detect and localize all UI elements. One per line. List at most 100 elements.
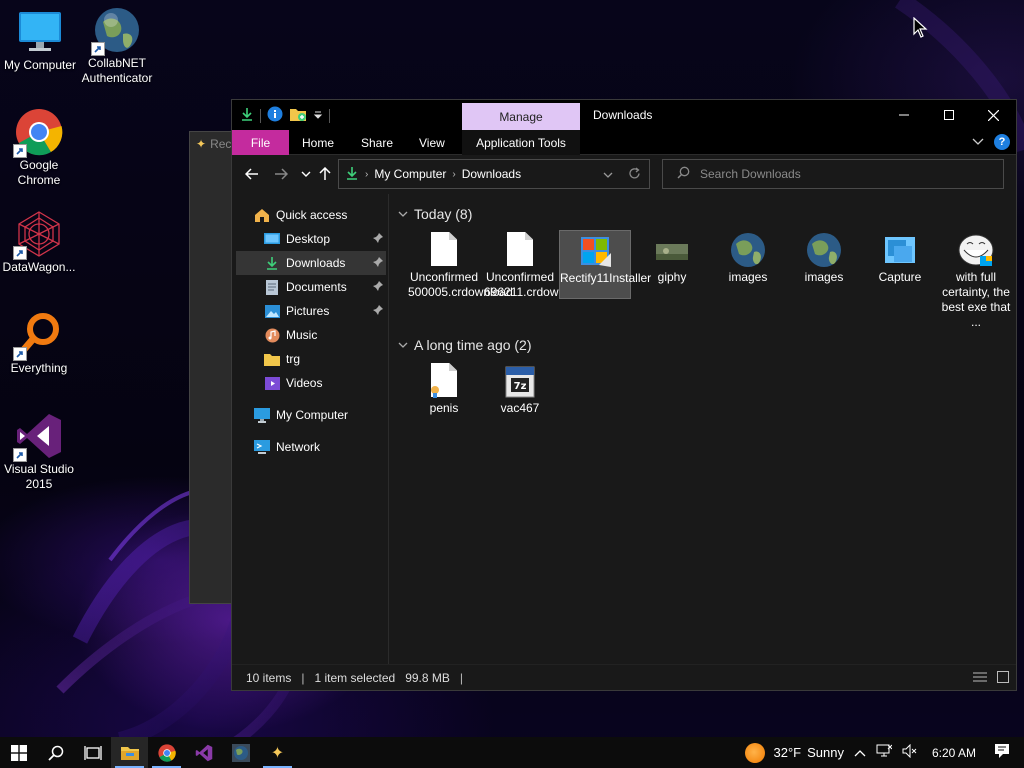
tab-file[interactable]: File (232, 130, 289, 155)
sparkle-icon: ✦ (270, 744, 285, 762)
close-button[interactable] (971, 100, 1016, 130)
network-status-icon[interactable] (876, 744, 893, 761)
tab-home[interactable]: Home (302, 130, 334, 155)
desktop-icon-everything[interactable]: Everything (0, 311, 79, 376)
forward-arrow-icon[interactable] (273, 166, 289, 182)
sidebar-item-quick-access[interactable]: Quick access (254, 203, 404, 227)
taskbar-visual-studio[interactable] (185, 737, 222, 768)
group-header-long-ago[interactable]: A long time ago (2) (398, 337, 532, 353)
pin-icon[interactable] (372, 232, 384, 244)
tab-application-tools[interactable]: Application Tools (462, 130, 580, 155)
pin-icon[interactable] (372, 304, 384, 316)
globe-icon (806, 232, 842, 268)
image-thumbnail (654, 232, 690, 268)
home-icon (254, 207, 270, 223)
refresh-icon[interactable] (628, 167, 641, 183)
file-name: with full certainty, the best exe that .… (941, 270, 1011, 329)
tab-manage[interactable]: Manage (462, 103, 580, 130)
file-explorer-window[interactable]: Manage Downloads File Home Share View Ap… (231, 99, 1017, 691)
sidebar-item-documents[interactable]: Documents (236, 275, 386, 299)
shortcut-arrow-icon (13, 144, 27, 158)
file-name: Unconfirmed 500005.crdownload (408, 270, 513, 299)
file-item[interactable]: Unconfirmed 500005.crdownload (408, 230, 513, 300)
sidebar-item-videos[interactable]: Videos (236, 371, 386, 395)
volume-muted-icon[interactable] (902, 743, 918, 761)
new-folder-icon[interactable] (289, 106, 307, 125)
breadcrumb-separator-icon[interactable]: › (452, 169, 455, 180)
desktop-icon-datawagon[interactable]: DataWagon... (0, 210, 79, 275)
file-name: Capture (878, 270, 922, 284)
windows-logo-icon (10, 744, 27, 761)
group-header-today[interactable]: Today (8) (398, 206, 472, 222)
file-item[interactable]: with full certainty, the best exe that .… (940, 230, 1012, 330)
sidebar-item-network[interactable]: Network (254, 435, 404, 459)
recent-locations-chevron-icon[interactable] (298, 166, 314, 182)
desktop-icon-google-chrome[interactable]: Google Chrome (0, 108, 79, 188)
back-arrow-icon[interactable] (244, 166, 260, 182)
sidebar-item-desktop[interactable]: Desktop (236, 227, 386, 251)
address-dropdown-icon[interactable] (603, 168, 613, 182)
search-input[interactable]: Search Downloads (662, 159, 1004, 189)
file-item[interactable]: giphy (636, 230, 708, 285)
tab-share[interactable]: Share (361, 130, 393, 155)
pin-icon[interactable] (372, 256, 384, 268)
show-hidden-icons-chevron-icon[interactable] (854, 745, 866, 760)
shortcut-arrow-icon (91, 42, 105, 56)
notifications-icon[interactable] (994, 743, 1010, 762)
expand-ribbon-chevron-icon[interactable] (972, 135, 984, 149)
start-button[interactable] (0, 737, 37, 768)
large-icons-view-icon[interactable] (996, 670, 1010, 687)
taskbar-chrome[interactable] (148, 737, 185, 768)
up-arrow-icon[interactable] (317, 166, 333, 182)
sidebar-item-trg[interactable]: trg (236, 347, 386, 371)
file-item[interactable]: penis (408, 361, 480, 416)
file-item[interactable]: images (712, 230, 784, 285)
weather-condition[interactable]: Sunny (807, 745, 844, 760)
breadcrumb-separator-icon[interactable]: › (365, 169, 368, 180)
sidebar-item-downloads[interactable]: Downloads (236, 251, 386, 275)
desktop-icon-my-computer[interactable]: My Computer (0, 8, 80, 73)
sidebar-item-my-computer[interactable]: My Computer (254, 403, 404, 427)
desktop-icon-label: My Computer (3, 58, 77, 72)
sidebar-item-music[interactable]: Music (236, 323, 386, 347)
clock-time[interactable]: 6:20 AM (932, 746, 976, 760)
properties-icon[interactable] (267, 106, 283, 125)
weather-temperature[interactable]: 32°F (773, 745, 801, 760)
pin-icon[interactable] (372, 280, 384, 292)
weather-sun-icon[interactable] (745, 742, 766, 763)
file-name: penis (429, 401, 459, 415)
svg-text:7z: 7z (514, 381, 527, 392)
collapse-chevron-icon[interactable] (398, 341, 408, 349)
sidebar-item-label: trg (286, 352, 301, 366)
qat-dropdown-icon[interactable] (313, 109, 323, 123)
breadcrumb-my-computer[interactable]: My Computer (374, 167, 446, 181)
desktop-icon-visual-studio[interactable]: Visual Studio 2015 (0, 412, 79, 492)
file-item[interactable]: Unconfirmed 696211.crdownload (484, 230, 588, 300)
file-name: images (804, 270, 844, 284)
taskbar-rectify-installer[interactable]: ✦ (259, 737, 296, 768)
sidebar-item-label: Downloads (286, 256, 346, 270)
address-bar[interactable]: › My Computer › Downloads (338, 159, 650, 189)
search-button[interactable] (37, 737, 74, 768)
file-item-selected[interactable]: Rectify11Installer (559, 230, 651, 299)
breadcrumb-downloads[interactable]: Downloads (462, 167, 521, 181)
system-tray: 32°F Sunny 6:20 AM (745, 737, 1024, 768)
desktop-icon-label: Google Chrome (17, 158, 61, 187)
tab-view[interactable]: View (419, 130, 445, 155)
task-view-button[interactable] (74, 737, 111, 768)
details-view-icon[interactable] (972, 670, 988, 687)
taskbar-file-explorer[interactable] (111, 737, 148, 768)
file-item[interactable]: Capture (864, 230, 936, 285)
file-item[interactable]: images (788, 230, 860, 285)
music-icon (264, 327, 280, 343)
sidebar-item-pictures[interactable]: Pictures (236, 299, 386, 323)
help-icon[interactable]: ? (994, 134, 1010, 150)
status-divider: | (301, 670, 305, 685)
desktop-icon-collabnet[interactable]: CollabNET Authenticator (77, 6, 157, 86)
taskbar-globe-app[interactable] (222, 737, 259, 768)
collapse-chevron-icon[interactable] (398, 210, 408, 218)
maximize-button[interactable] (926, 100, 971, 130)
file-item[interactable]: 7z vac467 (484, 361, 556, 416)
ribbon-right-controls: ? (972, 134, 1010, 150)
minimize-button[interactable] (881, 100, 926, 130)
